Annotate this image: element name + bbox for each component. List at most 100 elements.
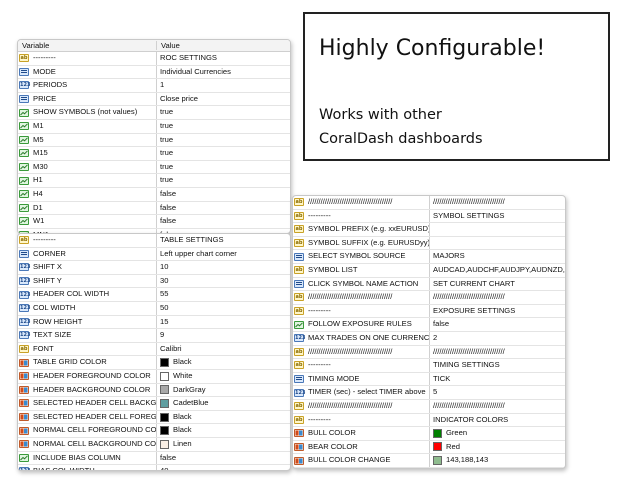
param-value[interactable]: 9: [156, 329, 290, 342]
param-row-normal-cell-background-co[interactable]: NORMAL CELL BACKGROUND CO... Linen: [18, 437, 290, 452]
param-row-selected-header-cell-backgr[interactable]: SELECTED HEADER CELL BACKGR... CadetBlue: [18, 397, 290, 411]
param-value[interactable]: 50: [156, 301, 290, 315]
param-row-periods[interactable]: 123 PERIODS 1: [18, 79, 290, 93]
param-row-corner[interactable]: CORNER Left upper chart corner: [18, 247, 290, 262]
param-value[interactable]: 5: [429, 386, 565, 399]
param-row-separator[interactable]: ab//////////////////////////////////////…: [293, 345, 565, 360]
param-row-max-trades-on-one-currency[interactable]: 123 MAX TRADES ON ONE CURRENCY 2: [293, 331, 565, 346]
param-row-header-col-width[interactable]: 123 HEADER COL WIDTH 55: [18, 288, 290, 302]
param-row-separator[interactable]: ab//////////////////////////////////////…: [293, 196, 565, 210]
param-row-bias-col-width[interactable]: 123BIAS COL WIDTH 40: [18, 465, 290, 470]
param-value[interactable]: true: [156, 147, 290, 160]
param-value[interactable]: INDICATOR COLORS: [429, 413, 565, 427]
param-value[interactable]: [429, 236, 565, 250]
param-value[interactable]: EXPOSURE SETTINGS: [429, 304, 565, 318]
param-value[interactable]: Black: [156, 424, 290, 437]
param-value[interactable]: MAJORS: [429, 250, 565, 263]
param-value[interactable]: DarkGray: [156, 383, 290, 397]
param-row-m1[interactable]: M1 true: [18, 119, 290, 134]
param-row-click-symbol-name-action[interactable]: CLICK SYMBOL NAME ACTION SET CURRENT CHAR…: [293, 277, 565, 292]
param-row-separator[interactable]: ab --------- TABLE SETTINGS: [18, 234, 290, 248]
param-row-select-symbol-source[interactable]: SELECT SYMBOL SOURCE MAJORS: [293, 250, 565, 264]
param-value[interactable]: 40: [156, 465, 290, 470]
param-value[interactable]: 10: [156, 261, 290, 274]
param-value[interactable]: true: [156, 133, 290, 147]
param-row-table-grid-color[interactable]: TABLE GRID COLOR Black: [18, 356, 290, 370]
param-value[interactable]: Linen: [156, 437, 290, 451]
param-value[interactable]: Green: [429, 427, 565, 440]
param-value[interactable]: //////////////////////////////////: [429, 291, 565, 304]
param-value[interactable]: 1: [156, 79, 290, 92]
param-row-separator[interactable]: ab --------- ROC SETTINGS: [18, 52, 290, 66]
param-row-font[interactable]: ab FONT Calibri: [18, 342, 290, 357]
param-value[interactable]: AUDCAD,AUDCHF,AUDJPY,AUDNZD,A...: [429, 263, 565, 277]
param-row-symbol-list[interactable]: ab SYMBOL LIST AUDCAD,AUDCHF,AUDJPY,AUDNZD…: [293, 263, 565, 278]
param-value[interactable]: ROC SETTINGS: [156, 52, 290, 65]
param-value[interactable]: true: [156, 119, 290, 133]
param-row-row-height[interactable]: 123 ROW HEIGHT 15: [18, 315, 290, 330]
param-row-d1[interactable]: D1 false: [18, 201, 290, 216]
param-row-timing-mode[interactable]: TIMING MODE TICK: [293, 372, 565, 387]
param-value[interactable]: false: [429, 318, 565, 331]
param-row-w1[interactable]: W1 false: [18, 215, 290, 229]
param-row-bull-color-change[interactable]: BULL COLOR CHANGE 143,188,143: [293, 454, 565, 468]
param-value[interactable]: Left upper chart corner: [156, 247, 290, 261]
param-value[interactable]: SYMBOL SETTINGS: [429, 209, 565, 223]
param-value[interactable]: //////////////////////////////////: [429, 399, 565, 413]
param-value[interactable]: Individual Currencies: [156, 65, 290, 79]
param-row-price[interactable]: PRICE Close price: [18, 92, 290, 107]
param-row-header-foreground-color[interactable]: HEADER FOREGROUND COLOR White: [18, 369, 290, 384]
param-value[interactable]: //////////////////////////////////: [429, 345, 565, 359]
param-row-shift-x[interactable]: 123 SHIFT X 10: [18, 261, 290, 275]
param-value[interactable]: Calibri: [156, 342, 290, 356]
param-row-symbol-suffix-e-g-eurusdyy[interactable]: ab SYMBOL SUFFIX (e.g. EURUSDyy): [293, 236, 565, 251]
param-value[interactable]: Black: [156, 410, 290, 424]
param-row-separator[interactable]: ab//////////////////////////////////////…: [293, 399, 565, 414]
param-value[interactable]: TICK: [429, 372, 565, 386]
param-row-show-symbols-not-values[interactable]: SHOW SYMBOLS (not values) true: [18, 106, 290, 120]
param-row-follow-exposure-rules[interactable]: FOLLOW EXPOSURE RULES false: [293, 318, 565, 332]
param-row-h4[interactable]: H4 false: [18, 187, 290, 202]
param-value[interactable]: 143,188,143: [429, 454, 565, 467]
param-value[interactable]: false: [156, 187, 290, 201]
param-value[interactable]: CadetBlue: [156, 397, 290, 410]
param-row-text-size[interactable]: 123 TEXT SIZE 9: [18, 329, 290, 343]
param-row-separator[interactable]: ab --------- TIMING SETTINGS: [293, 359, 565, 373]
param-row-include-bias-column[interactable]: INCLUDE BIAS COLUMN false: [18, 451, 290, 466]
param-row-h1[interactable]: H1 true: [18, 174, 290, 188]
param-value[interactable]: false: [156, 215, 290, 228]
param-row-bear-color[interactable]: BEAR COLOR Red: [293, 440, 565, 455]
param-row-bull-color[interactable]: BULL COLOR Green: [293, 427, 565, 441]
param-value[interactable]: TIMING SETTINGS: [429, 359, 565, 372]
param-row-col-width[interactable]: 123 COL WIDTH 50: [18, 301, 290, 316]
param-value[interactable]: 30: [156, 274, 290, 288]
param-row-separator[interactable]: ab --------- INDICATOR COLORS: [293, 413, 565, 428]
param-value[interactable]: true: [156, 174, 290, 187]
param-row-separator[interactable]: ab --------- EXPOSURE SETTINGS: [293, 304, 565, 319]
param-value[interactable]: Red: [429, 440, 565, 454]
param-value[interactable]: 15: [156, 315, 290, 329]
param-row-m5[interactable]: M5 true: [18, 133, 290, 148]
param-row-bear-color-change[interactable]: BEAR COLOR CHANGE RosyBrown: [293, 467, 565, 468]
param-row-shift-y[interactable]: 123 SHIFT Y 30: [18, 274, 290, 289]
param-row-separator[interactable]: ab//////////////////////////////////////…: [293, 291, 565, 305]
param-value[interactable]: [429, 223, 565, 236]
param-row-normal-cell-foreground-co[interactable]: NORMAL CELL FOREGROUND CO... Black: [18, 424, 290, 438]
param-row-symbol-prefix-e-g-xxeurusd[interactable]: ab SYMBOL PREFIX (e.g. xxEURUSD): [293, 223, 565, 237]
param-value[interactable]: TABLE SETTINGS: [156, 234, 290, 247]
param-value[interactable]: true: [156, 106, 290, 119]
param-row-mode[interactable]: MODE Individual Currencies: [18, 65, 290, 80]
param-value[interactable]: 55: [156, 288, 290, 301]
param-row-m30[interactable]: M30 true: [18, 160, 290, 175]
param-row-header-background-color[interactable]: HEADER BACKGROUND COLOR DarkGray: [18, 383, 290, 398]
param-value[interactable]: //////////////////////////////////: [429, 196, 565, 209]
param-row-timer-sec-select-timer-above[interactable]: 123 TIMER (sec) - select TIMER above 5: [293, 386, 565, 400]
param-value[interactable]: false: [156, 201, 290, 215]
param-value[interactable]: Close price: [156, 92, 290, 106]
param-value[interactable]: White: [156, 369, 290, 383]
param-value[interactable]: 2: [429, 331, 565, 345]
param-value[interactable]: false: [156, 451, 290, 465]
param-value[interactable]: true: [156, 160, 290, 174]
param-row-separator[interactable]: ab --------- SYMBOL SETTINGS: [293, 209, 565, 224]
param-value[interactable]: RosyBrown: [429, 467, 565, 468]
